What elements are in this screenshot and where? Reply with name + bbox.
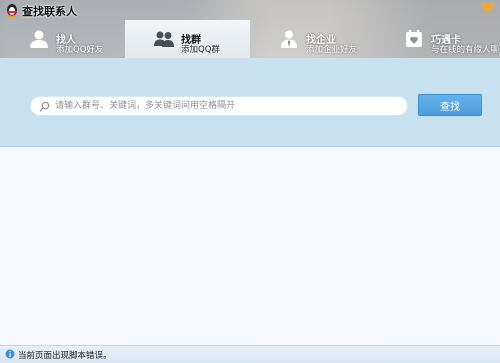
tab-subtitle: 添加企业好友 bbox=[306, 45, 358, 55]
qq-penguin-icon bbox=[7, 4, 17, 17]
status-bar: 当前页面出现脚本错误。 bbox=[0, 345, 500, 363]
tab-subtitle: 添加QQ群 bbox=[181, 45, 220, 55]
search-input[interactable] bbox=[55, 98, 395, 114]
search-button[interactable]: 查找 bbox=[418, 94, 482, 116]
window-title: 查找联系人 bbox=[22, 5, 77, 18]
tab-bar: 找人 添加QQ好友 找群 添加QQ群 找企业 添加企业好友 巧遇卡 与在线的有缘… bbox=[0, 20, 500, 58]
status-text: 当前页面出现脚本错误。 bbox=[18, 351, 112, 361]
person-icon bbox=[30, 30, 48, 48]
search-panel: 查找 bbox=[0, 58, 500, 147]
card-icon bbox=[406, 30, 422, 47]
skin-heart-icon[interactable] bbox=[482, 3, 494, 13]
enterprise-person-icon bbox=[281, 30, 297, 48]
tab-find-groups[interactable]: 找群 添加QQ群 bbox=[125, 20, 250, 58]
info-icon bbox=[5, 349, 15, 359]
tab-find-people[interactable]: 找人 添加QQ好友 bbox=[0, 20, 125, 58]
tab-find-enterprise[interactable]: 找企业 添加企业好友 bbox=[250, 20, 375, 58]
group-icon bbox=[154, 31, 174, 47]
search-icon bbox=[39, 101, 50, 112]
results-area bbox=[0, 147, 500, 345]
tab-subtitle: 添加QQ好友 bbox=[56, 45, 104, 55]
search-box[interactable] bbox=[30, 96, 408, 116]
tab-subtitle: 与在线的有缘人聊天 bbox=[431, 45, 500, 55]
tab-encounter-card[interactable]: 巧遇卡 与在线的有缘人聊天 bbox=[375, 20, 500, 58]
title-bar[interactable]: 查找联系人 bbox=[0, 0, 500, 20]
find-contacts-window: 查找联系人 找人 添加QQ好友 找群 添加QQ群 找企业 添加企业好友 巧遇卡 … bbox=[0, 0, 500, 363]
